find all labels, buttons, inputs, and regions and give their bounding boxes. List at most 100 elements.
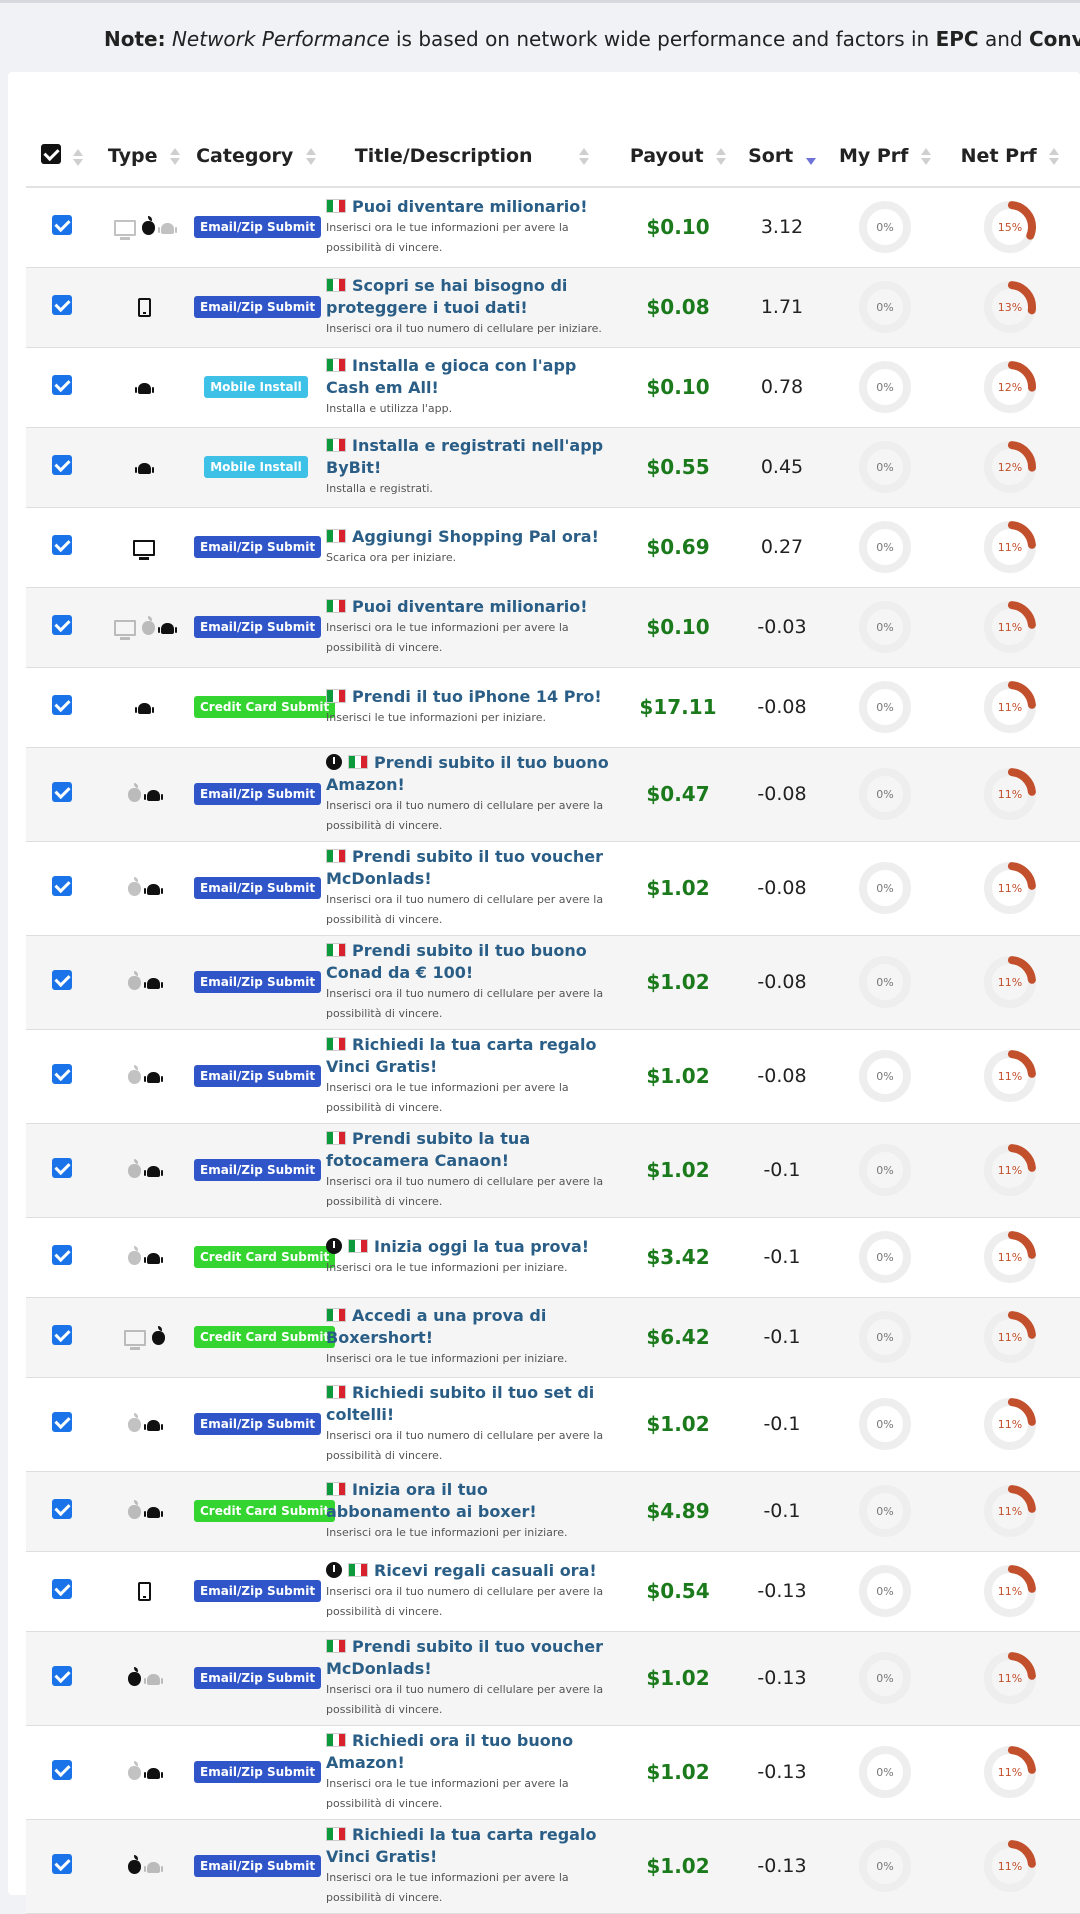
table-row[interactable]: Credit Card Submit Inizia oggi la tua pro… — [26, 1217, 1080, 1297]
my-prf-donut: 0% — [859, 1485, 911, 1537]
table-row[interactable]: Mobile Install Installa e gioca con l'app… — [26, 347, 1080, 427]
offer-payout: $4.89 — [646, 1499, 710, 1523]
offer-title-link[interactable]: Prendi il tuo iPhone 14 Pro! — [352, 687, 602, 706]
row-checkbox[interactable] — [52, 295, 72, 315]
ring-label: 12% — [998, 381, 1022, 394]
header-payout[interactable]: Payout — [622, 126, 734, 188]
row-category-cell: Email/Zip Submit — [190, 1551, 322, 1631]
sort-arrows-icon[interactable] — [1049, 147, 1060, 166]
row-checkbox[interactable] — [52, 1499, 72, 1519]
offer-title-link[interactable]: Richiedi la tua carta regalo Vinci Grati… — [326, 1825, 596, 1866]
offer-title-link[interactable]: Prendi subito il tuo voucher McDonlads! — [326, 847, 603, 888]
row-checkbox[interactable] — [52, 876, 72, 896]
row-checkbox[interactable] — [52, 782, 72, 802]
header-title[interactable]: Title/Description — [322, 126, 622, 188]
offer-title-link[interactable]: Puoi diventare milionario! — [352, 597, 588, 616]
row-checkbox[interactable] — [52, 1245, 72, 1265]
row-checkbox[interactable] — [52, 1158, 72, 1178]
sort-arrows-icon[interactable] — [921, 147, 932, 166]
header-type[interactable]: Type — [98, 126, 190, 188]
row-checkbox[interactable] — [52, 970, 72, 990]
sort-arrows-icon[interactable] — [716, 147, 727, 166]
row-checkbox[interactable] — [52, 1325, 72, 1345]
offer-title-link[interactable]: Puoi diventare milionario! — [352, 197, 588, 216]
table-row[interactable]: Email/Zip Submit Richiedi ora il tuo buon… — [26, 1725, 1080, 1819]
row-checkbox[interactable] — [52, 615, 72, 635]
table-row[interactable]: Email/Zip Submit Richiedi la tua carta re… — [26, 1819, 1080, 1913]
header-select-all[interactable] — [26, 126, 98, 188]
row-checkbox[interactable] — [52, 535, 72, 555]
offer-title-link[interactable]: Inizia ora il tuo abbonamento ai boxer! — [326, 1480, 537, 1521]
italy-flag-icon — [326, 849, 346, 863]
header-my-prf[interactable]: My Prf — [830, 126, 940, 188]
table-row[interactable]: Email/Zip Submit Scopri se hai bisogno di… — [26, 267, 1080, 347]
offer-title-link[interactable]: Richiedi ora il tuo buono Amazon! — [326, 1731, 573, 1772]
row-checkbox[interactable] — [52, 1760, 72, 1780]
table-row[interactable]: Credit Card Submit Accedi a una prova di … — [26, 1297, 1080, 1377]
row-checkbox[interactable] — [52, 1064, 72, 1084]
offer-title-link[interactable]: Prendi subito il tuo buono Conad da € 10… — [326, 941, 587, 982]
offer-payout: $0.55 — [646, 455, 710, 479]
offer-title-link[interactable]: Prendi subito la tua fotocamera Canaon! — [326, 1129, 530, 1170]
ring-label: 11% — [998, 1251, 1022, 1264]
table-row[interactable]: Email/Zip Submit Aggiungi Shopping Pal or… — [26, 507, 1080, 587]
offer-title-link[interactable]: Prendi subito il tuo buono Amazon! — [326, 753, 609, 794]
table-row[interactable]: Mobile Install Installa e registrati nell… — [26, 427, 1080, 507]
table-row[interactable]: Email/Zip Submit Prendi subito la tua fot… — [26, 1123, 1080, 1217]
row-checkbox[interactable] — [52, 1854, 72, 1874]
italy-flag-icon — [348, 1239, 368, 1253]
table-row[interactable]: Email/Zip Submit Prendi subito il tuo vou… — [26, 841, 1080, 935]
offer-title: Installa e registrati nell'app ByBit! — [326, 435, 616, 479]
ring-label: 0% — [876, 1070, 893, 1083]
table-row[interactable]: Email/Zip Submit Puoi diventare milionari… — [26, 187, 1080, 267]
row-checkbox[interactable] — [52, 375, 72, 395]
apple-icon — [128, 1065, 141, 1084]
offer-title-link[interactable]: Richiedi subito il tuo set di coltelli! — [326, 1383, 594, 1424]
table-row[interactable]: Email/Zip Submit Richiedi la tua carta re… — [26, 1029, 1080, 1123]
offer-title-link[interactable]: Inizia oggi la tua prova! — [374, 1237, 589, 1256]
offer-title-link[interactable]: Prendi subito il tuo voucher McDonlads! — [326, 1637, 603, 1678]
row-category-cell: Credit Card Submit — [190, 1217, 336, 1297]
table-row[interactable]: Email/Zip Submit Prendi subito il tuo buo… — [26, 935, 1080, 1029]
table-row[interactable]: Email/Zip Submit Ricevi regali casuali or… — [26, 1551, 1080, 1631]
offer-title-link[interactable]: Aggiungi Shopping Pal ora! — [352, 527, 599, 546]
row-checkbox[interactable] — [52, 1412, 72, 1432]
offer-title-link[interactable]: Scopri se hai bisogno di proteggere i tu… — [326, 276, 567, 317]
net-prf-donut: 11% — [984, 1144, 1036, 1196]
sort-arrows-icon[interactable] — [170, 147, 181, 166]
offer-title-link[interactable]: Installa e gioca con l'app Cash em All! — [326, 356, 576, 397]
sort-arrows-icon[interactable] — [73, 149, 84, 167]
header-category[interactable]: Category — [190, 126, 322, 188]
table-row[interactable]: Credit Card Submit Prendi il tuo iPhone 1… — [26, 667, 1080, 747]
ring-label: 11% — [998, 701, 1022, 714]
header-sort[interactable]: Sort — [734, 126, 830, 188]
table-row[interactable]: Email/Zip Submit Prendi subito il tuo vou… — [26, 1631, 1080, 1725]
offer-title-link[interactable]: Richiedi la tua carta regalo Vinci Grati… — [326, 1035, 596, 1076]
sort-arrows-icon[interactable] — [305, 147, 316, 166]
my-prf-donut: 0% — [859, 281, 911, 333]
row-select-cell — [26, 1297, 98, 1377]
offer-description: Inserisci ora le tue informazioni per in… — [326, 1526, 568, 1539]
table-row[interactable]: Email/Zip Submit Puoi diventare milionari… — [26, 587, 1080, 667]
sort-desc-icon[interactable] — [805, 148, 816, 166]
row-checkbox[interactable] — [52, 215, 72, 236]
row-checkbox[interactable] — [52, 1579, 72, 1599]
table-row[interactable]: Credit Card Submit Inizia ora il tuo abbo… — [26, 1471, 1080, 1551]
offer-title-link[interactable]: Ricevi regali casuali ora! — [374, 1561, 597, 1580]
row-checkbox[interactable] — [52, 455, 72, 475]
table-row[interactable]: Email/Zip Submit Richiedi subito il tuo s… — [26, 1377, 1080, 1471]
offer-sort-value: -0.1 — [763, 1159, 801, 1181]
italy-flag-icon — [326, 438, 346, 452]
sort-arrows-icon[interactable] — [579, 147, 590, 166]
row-checkbox[interactable] — [52, 1666, 72, 1686]
row-checkbox[interactable] — [52, 695, 72, 715]
table-row[interactable]: Email/Zip Submit Prendi subito il tuo buo… — [26, 747, 1080, 841]
header-net-prf[interactable]: Net Prf — [940, 126, 1080, 188]
category-badge: Mobile Install — [204, 376, 308, 398]
offer-sort-value: -0.08 — [757, 877, 807, 899]
offer-title-link[interactable]: Installa e registrati nell'app ByBit! — [326, 436, 603, 477]
select-all-checkbox[interactable] — [40, 143, 61, 164]
ring-label: 11% — [998, 1860, 1022, 1873]
row-select-cell — [26, 1029, 98, 1123]
offer-title-link[interactable]: Accedi a una prova di Boxershort! — [326, 1306, 546, 1347]
